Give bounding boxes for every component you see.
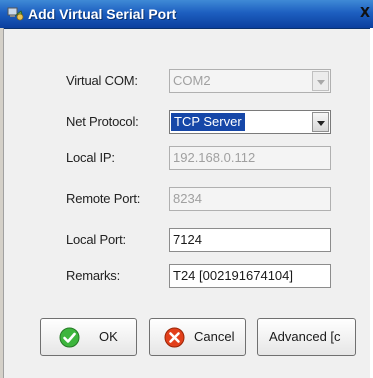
ok-button-label: OK (99, 329, 118, 344)
cancel-icon (164, 327, 185, 348)
remote-port-field[interactable]: 8234 (169, 187, 331, 211)
remarks-field[interactable]: T24 [002191674104] (169, 264, 331, 288)
ok-button[interactable]: OK (40, 318, 137, 356)
cancel-button-label: Cancel (194, 329, 235, 344)
local-port-field[interactable]: 7124 (169, 228, 331, 252)
advanced-button-label: Advanced [c (269, 329, 341, 344)
chevron-down-icon[interactable] (312, 71, 329, 91)
local-ip-label: Local IP: (66, 150, 115, 165)
net-protocol-label: Net Protocol: (66, 114, 139, 129)
cancel-button[interactable]: Cancel (149, 318, 246, 356)
virtual-com-value: COM2 (173, 73, 211, 88)
title-bar[interactable]: Add Virtual Serial Port X (0, 0, 373, 29)
remarks-value: T24 [002191674104] (173, 268, 293, 283)
local-port-value: 7124 (173, 232, 202, 247)
remarks-label: Remarks: (66, 268, 121, 283)
remote-port-value: 8234 (173, 191, 202, 206)
local-port-label: Local Port: (66, 232, 126, 247)
virtual-com-label: Virtual COM: (66, 73, 138, 88)
check-icon (59, 327, 80, 348)
window-title: Add Virtual Serial Port (28, 6, 177, 22)
close-button[interactable]: X (360, 6, 373, 21)
virtual-com-select[interactable]: COM2 (169, 69, 331, 93)
local-ip-value: 192.168.0.112 (173, 150, 256, 165)
network-connection-icon (7, 7, 24, 21)
local-ip-field[interactable]: 192.168.0.112 (169, 146, 331, 170)
remote-port-label: Remote Port: (66, 191, 141, 206)
net-protocol-select[interactable]: TCP Server (169, 110, 331, 134)
net-protocol-value: TCP Server (171, 113, 245, 131)
window-frame-left (0, 28, 4, 378)
advanced-button[interactable]: Advanced [c (257, 318, 356, 356)
chevron-down-icon[interactable] (312, 112, 329, 132)
